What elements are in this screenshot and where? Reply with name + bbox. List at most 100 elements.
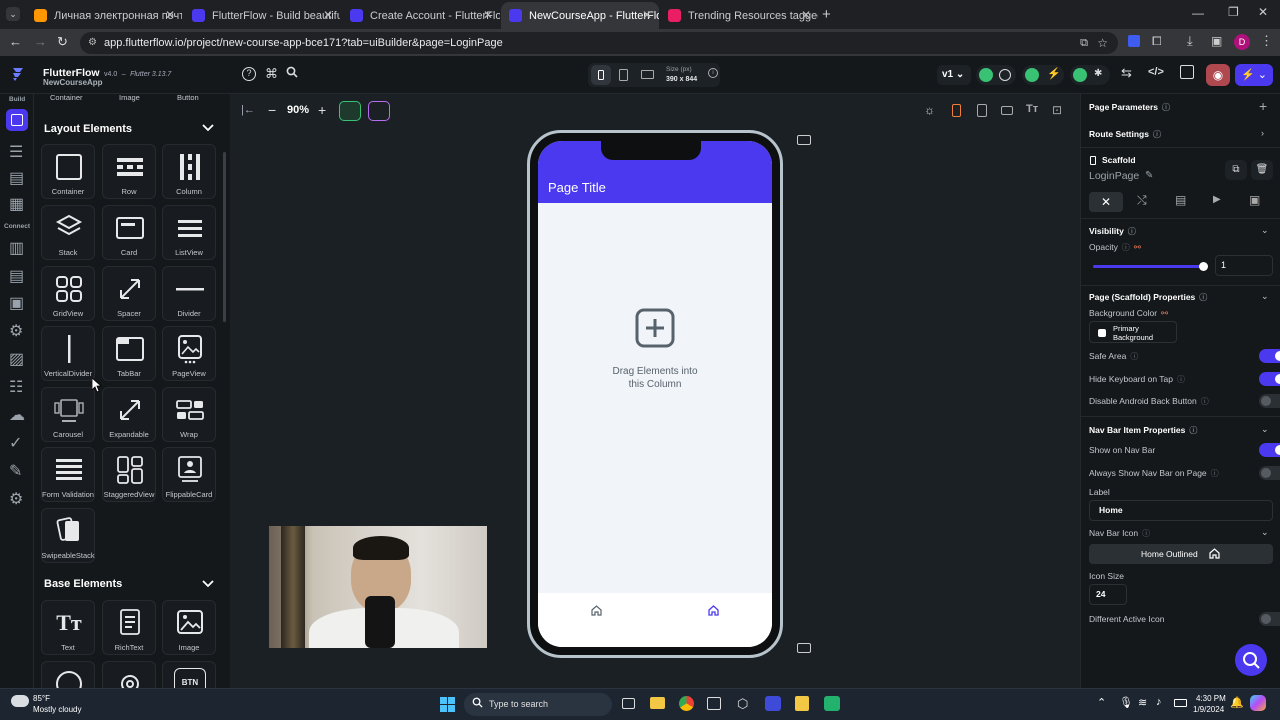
widget-tile-icon[interactable] — [41, 661, 95, 688]
desktop-device-icon[interactable] — [641, 70, 654, 79]
widget-tile-container[interactable]: Container — [41, 144, 95, 199]
zoom-in-button[interactable]: + — [318, 102, 326, 118]
widget-tile-stack[interactable]: Stack — [41, 205, 95, 260]
navbar-properties-header[interactable]: Nav Bar Item Properties ⓘ — [1089, 425, 1197, 436]
notification-bell-icon[interactable]: 🔔 — [1230, 696, 1244, 709]
cloud-functions-icon[interactable]: ☁ — [9, 405, 25, 424]
widget-tile-expandable[interactable]: Expandable — [102, 387, 156, 442]
flutterflow-logo-icon[interactable] — [10, 66, 26, 82]
forward-icon[interactable]: → — [34, 34, 47, 49]
widget-tile-swipeablestack[interactable]: SwipeableStack — [41, 508, 95, 563]
opacity-slider-thumb[interactable] — [1199, 262, 1208, 271]
task-view-icon[interactable] — [622, 698, 635, 709]
taskbar-search-box[interactable]: Type to search — [464, 693, 612, 716]
navbar-icon-picker[interactable]: Home Outlined — [1089, 544, 1273, 564]
code-view-icon[interactable]: </> — [1148, 66, 1164, 78]
fit-screen-icon[interactable] — [339, 101, 361, 121]
project-name[interactable]: NewCourseApp — [43, 78, 103, 87]
disable-back-toggle[interactable] — [1259, 394, 1280, 408]
agent-check-icon[interactable]: ✓ — [9, 433, 25, 452]
variable-binding-icon[interactable]: ⚯ — [1134, 242, 1141, 252]
file-explorer-icon[interactable] — [650, 697, 665, 709]
empty-column[interactable]: Drag Elements into this Column — [538, 203, 772, 593]
light-mode-icon[interactable]: ☼ — [924, 103, 935, 117]
status-pill-sync[interactable] — [976, 65, 1016, 85]
collapse-panel-icon[interactable]: |← — [241, 104, 255, 116]
browser-tab-active[interactable]: NewCourseApp - FlutterFlow ✕ — [501, 2, 659, 29]
back-icon[interactable]: ← — [9, 34, 22, 49]
chevron-right-icon[interactable]: › — [1261, 128, 1264, 138]
safe-area-toggle[interactable] — [1259, 349, 1280, 363]
widget-tile-card[interactable]: Card — [102, 205, 156, 260]
photos-icon[interactable] — [707, 697, 721, 710]
text-scale-icon[interactable]: Tт — [1026, 103, 1038, 115]
minimize-window-button[interactable]: — — [1192, 6, 1204, 20]
app-state-icon[interactable]: ▣ — [9, 293, 25, 312]
page-properties-header[interactable]: Page (Scaffold) Properties ⓘ — [1089, 292, 1207, 303]
branch-selector[interactable]: v1 ⌄ — [937, 65, 971, 85]
widget-tile-staggeredview[interactable]: StaggeredView — [102, 447, 156, 502]
maximize-window-button[interactable]: ❐ — [1228, 5, 1239, 19]
chat-app-icon[interactable] — [824, 696, 840, 711]
zoom-out-button[interactable]: − — [268, 102, 276, 118]
widget-tile-column[interactable]: Column — [162, 144, 216, 199]
microphone-icon[interactable]: 🎙 — [1119, 696, 1133, 709]
opacity-slider[interactable] — [1093, 262, 1208, 271]
tab-generator-icon[interactable]: ▣ — [1249, 193, 1260, 207]
widget-tile-image[interactable]: Image — [162, 600, 216, 655]
tab-actions-icon[interactable]: ▶ — [1213, 194, 1221, 205]
app-editor-icon[interactable] — [765, 696, 781, 711]
widget-tile-tabbar[interactable]: TabBar — [102, 326, 156, 381]
custom-code-icon[interactable]: ⚙ — [9, 321, 25, 340]
hide-keyboard-toggle[interactable] — [1259, 372, 1280, 386]
close-tab-icon[interactable]: ✕ — [165, 8, 175, 22]
chevron-down-icon[interactable]: ⌄ — [1261, 225, 1269, 236]
close-tab-icon[interactable]: ✕ — [323, 8, 333, 22]
hide-navbar-toggle-icon[interactable] — [797, 643, 811, 653]
zoom-level[interactable]: 90% — [287, 104, 309, 116]
downloads-icon[interactable]: ⤓ — [1187, 33, 1193, 49]
notes-icon[interactable] — [795, 696, 809, 711]
collapse-chevron-icon[interactable] — [201, 120, 215, 134]
url-input[interactable]: ⚙ app.flutterflow.io/project/new-course-… — [80, 32, 1118, 54]
widget-tile-text[interactable]: Tт Text — [41, 600, 95, 655]
widget-tile-listview[interactable]: ListView — [162, 205, 216, 260]
different-active-icon-toggle[interactable] — [1259, 612, 1280, 626]
widget-tile-verticaldivider[interactable]: VerticalDivider — [41, 326, 95, 381]
theme-icon[interactable]: ✎ — [9, 461, 25, 480]
bookmark-star-icon[interactable]: ☆ — [1097, 32, 1108, 54]
tablet-device-icon[interactable] — [619, 69, 628, 81]
add-box-icon[interactable] — [635, 308, 675, 348]
nav-home-active-icon[interactable] — [708, 605, 719, 616]
phone-frame-icon[interactable] — [952, 104, 961, 117]
delete-trash-button[interactable]: 🗑 — [1251, 160, 1273, 180]
tab-database-icon[interactable]: ▤ — [1175, 193, 1186, 207]
widget-tile-wrap[interactable]: Wrap — [162, 387, 216, 442]
share-icon[interactable]: ⇆ — [1121, 65, 1132, 81]
close-tab-icon[interactable]: ✕ — [801, 8, 811, 22]
search-icon[interactable] — [286, 66, 298, 78]
phone-device-icon[interactable] — [591, 65, 611, 85]
widget-tile-spacer[interactable]: Spacer — [102, 266, 156, 321]
profile-avatar[interactable]: D — [1234, 34, 1250, 50]
navbar-label-input[interactable]: Home — [1089, 500, 1273, 521]
storyboard-icon[interactable]: ▤ — [9, 168, 25, 187]
opacity-input[interactable]: 1 — [1215, 255, 1273, 276]
browser-tab[interactable]: Личная электронная почта и а ✕ — [26, 2, 182, 29]
visibility-header[interactable]: Visibility ⓘ — [1089, 226, 1136, 237]
palette-scrollbar[interactable] — [223, 152, 226, 322]
new-tab-button[interactable]: + — [822, 6, 831, 23]
close-tab-icon[interactable]: ✕ — [483, 8, 493, 22]
windows-start-icon[interactable] — [440, 697, 455, 712]
api-calls-icon[interactable]: ☷ — [9, 377, 25, 396]
widget-tile-button[interactable]: BTN — [162, 661, 216, 688]
nav-home-outlined-icon[interactable] — [591, 605, 602, 616]
clock-date[interactable]: 1/9/2024 — [1193, 705, 1224, 714]
status-pill-firebase[interactable]: ⚡ — [1022, 65, 1064, 85]
tray-chevron-icon[interactable]: ⌃ — [1097, 696, 1106, 709]
variable-binding-icon[interactable]: ⚯ — [1161, 308, 1168, 318]
page-name-label[interactable]: LoginPage — [1089, 170, 1139, 182]
widget-tile-pageview[interactable]: PageView — [162, 326, 216, 381]
close-window-button[interactable]: ✕ — [1258, 5, 1268, 19]
always-show-navbar-toggle[interactable] — [1259, 466, 1280, 480]
